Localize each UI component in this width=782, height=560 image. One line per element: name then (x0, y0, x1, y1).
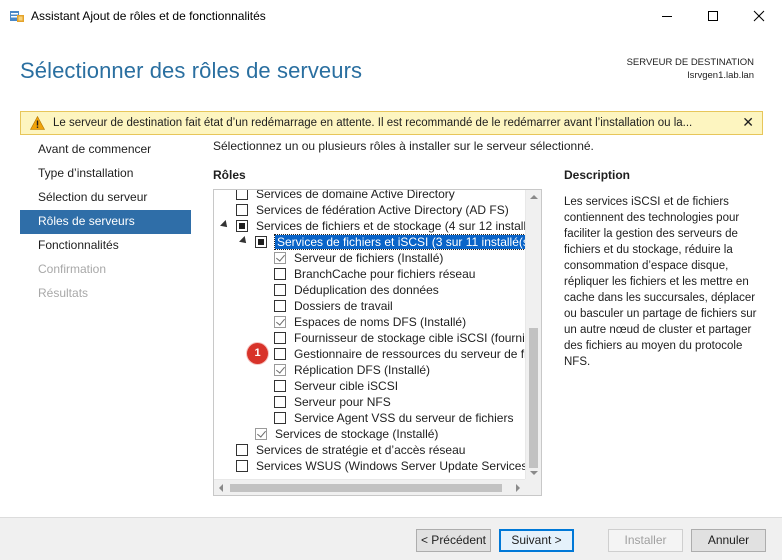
role-checkbox[interactable] (274, 396, 286, 408)
pending-restart-warning: Le serveur de destination fait état d’un… (20, 111, 763, 135)
role-label[interactable]: Services de fichiers et iSCSI (3 sur 11 … (274, 234, 540, 250)
role-label[interactable]: Serveur cible iSCSI (294, 379, 398, 393)
description-heading: Description (564, 168, 631, 182)
role-checkbox[interactable] (274, 364, 286, 376)
horizontal-scroll-thumb[interactable] (230, 484, 502, 492)
wizard-steps-nav: Avant de commencer Type d’installation Sél… (20, 138, 191, 306)
role-tree-item[interactable]: Services de stratégie et d’accès réseau (214, 442, 520, 458)
role-label[interactable]: Déduplication des données (294, 283, 439, 297)
role-checkbox[interactable] (274, 268, 286, 280)
role-checkbox[interactable] (255, 428, 267, 440)
role-checkbox[interactable] (274, 412, 286, 424)
title-bar: Assistant Ajout de rôles et de fonctionn… (0, 0, 782, 32)
role-checkbox[interactable] (236, 220, 248, 232)
server-manager-icon (9, 8, 25, 24)
minimize-button[interactable] (644, 0, 690, 32)
role-label[interactable]: Réplication DFS (Installé) (294, 363, 430, 377)
role-checkbox[interactable] (236, 444, 248, 456)
nav-step-3[interactable]: Sélection du serveur (20, 186, 191, 210)
role-label[interactable]: Gestionnaire de ressources du serveur de… (294, 347, 541, 361)
wizard-footer: < Précédent Suivant > Installer Annuler (0, 517, 782, 560)
role-tree-item[interactable]: Réplication DFS (Installé) (214, 362, 520, 378)
role-checkbox[interactable] (236, 460, 248, 472)
role-checkbox[interactable] (274, 316, 286, 328)
warning-text: Le serveur de destination fait état d’un… (53, 117, 693, 129)
maximize-icon (708, 11, 718, 21)
role-checkbox[interactable] (274, 252, 286, 264)
roles-heading: Rôles (213, 168, 246, 182)
vertical-scrollbar[interactable] (525, 190, 541, 480)
role-label[interactable]: Espaces de noms DFS (Installé) (294, 315, 466, 329)
role-label[interactable]: Serveur pour NFS (294, 395, 391, 409)
role-label[interactable]: Services de stratégie et d’accès réseau (256, 443, 465, 457)
role-checkbox[interactable] (236, 190, 248, 200)
role-checkbox[interactable] (255, 236, 267, 248)
scrollbar-corner (525, 479, 541, 495)
nav-step-1[interactable]: Avant de commencer (20, 138, 191, 162)
horizontal-scrollbar[interactable] (214, 479, 525, 495)
step-callout-badge: 1 (247, 343, 268, 364)
role-tree-item[interactable]: Services de fichiers et de stockage (4 s… (214, 218, 541, 234)
warning-icon (29, 115, 46, 130)
role-label[interactable]: Services de fédération Active Directory … (256, 203, 509, 217)
vertical-scroll-thumb[interactable] (529, 328, 538, 468)
role-label[interactable]: Services WSUS (Windows Server Update Ser… (256, 459, 531, 473)
window-title: Assistant Ajout de rôles et de fonctionn… (31, 9, 266, 23)
role-tree-item[interactable]: Serveur de fichiers (Installé) (214, 250, 520, 266)
destination-server-label: SERVEUR DE DESTINATION (626, 57, 754, 68)
role-label[interactable]: Services de fichiers et de stockage (4 s… (256, 219, 541, 233)
role-checkbox[interactable] (236, 204, 248, 216)
role-tree-item[interactable]: Espaces de noms DFS (Installé) (214, 314, 520, 330)
role-tree-item[interactable]: Services de stockage (Installé) (214, 426, 520, 442)
scroll-down-arrow-icon[interactable] (530, 471, 538, 475)
role-checkbox[interactable] (274, 300, 286, 312)
role-checkbox[interactable] (274, 380, 286, 392)
roles-tree[interactable]: Services de domaine Active Directory Serv… (213, 189, 542, 496)
description-text: Les services iSCSI et de fichiers contie… (564, 196, 757, 368)
install-button[interactable]: Installer (608, 529, 683, 552)
role-tree-item[interactable]: Services de fichiers et iSCSI (3 sur 11 … (214, 234, 540, 250)
role-checkbox[interactable] (274, 332, 286, 344)
role-label[interactable]: Services de stockage (Installé) (275, 427, 438, 441)
previous-button[interactable]: < Précédent (416, 529, 491, 552)
role-tree-item[interactable]: BranchCache pour fichiers réseau (214, 266, 520, 282)
expand-arrow-icon[interactable] (239, 236, 249, 246)
destination-server-name: lsrvgen1.lab.lan (687, 70, 754, 81)
role-checkbox[interactable] (274, 284, 286, 296)
next-button[interactable]: Suivant > (499, 529, 574, 552)
role-label[interactable]: Serveur de fichiers (Installé) (294, 251, 443, 265)
close-window-button[interactable] (736, 0, 782, 32)
role-tree-item[interactable]: Services de domaine Active Directory (214, 190, 520, 202)
instruction-text: Sélectionnez un ou plusieurs rôles à ins… (213, 139, 594, 153)
role-checkbox[interactable] (274, 348, 286, 360)
role-label[interactable]: Services de domaine Active Directory (256, 190, 455, 201)
role-tree-item[interactable]: Services de fédération Active Directory … (214, 202, 520, 218)
role-tree-item[interactable]: Serveur pour NFS (214, 394, 520, 410)
scroll-up-arrow-icon[interactable] (530, 195, 538, 199)
scroll-left-arrow-icon[interactable] (219, 484, 223, 492)
page-title: Sélectionner des rôles de serveurs (20, 58, 363, 83)
role-label[interactable]: Fournisseur de stockage cible iSCSI (fou… (294, 331, 541, 345)
maximize-button[interactable] (690, 0, 736, 32)
nav-step-7: Résultats (38, 286, 89, 300)
role-label[interactable]: BranchCache pour fichiers réseau (294, 267, 475, 281)
minimize-icon (662, 16, 672, 17)
role-label[interactable]: Dossiers de travail (294, 299, 393, 313)
role-tree-item[interactable]: Service Agent VSS du serveur de fichiers (214, 410, 520, 426)
roles-tree-list: Services de domaine Active Directory Serv… (214, 190, 541, 474)
dismiss-warning-button[interactable]: ✕ (742, 114, 754, 131)
scroll-right-arrow-icon[interactable] (516, 484, 520, 492)
nav-step-5[interactable]: Fonctionnalités (20, 234, 191, 258)
role-tree-item[interactable]: Services WSUS (Windows Server Update Ser… (214, 458, 531, 474)
role-label[interactable]: Service Agent VSS du serveur de fichiers (294, 411, 513, 425)
nav-step-6: Confirmation (38, 262, 107, 276)
close-icon (753, 10, 765, 22)
role-tree-item[interactable]: Déduplication des données (214, 282, 520, 298)
cancel-button[interactable]: Annuler (691, 529, 766, 552)
nav-step-2[interactable]: Type d’installation (20, 162, 191, 186)
role-tree-item[interactable]: Dossiers de travail (214, 298, 520, 314)
role-tree-item[interactable]: Serveur cible iSCSI (214, 378, 520, 394)
expand-arrow-icon[interactable] (220, 220, 230, 230)
nav-step-4[interactable]: Rôles de serveurs (20, 210, 191, 234)
